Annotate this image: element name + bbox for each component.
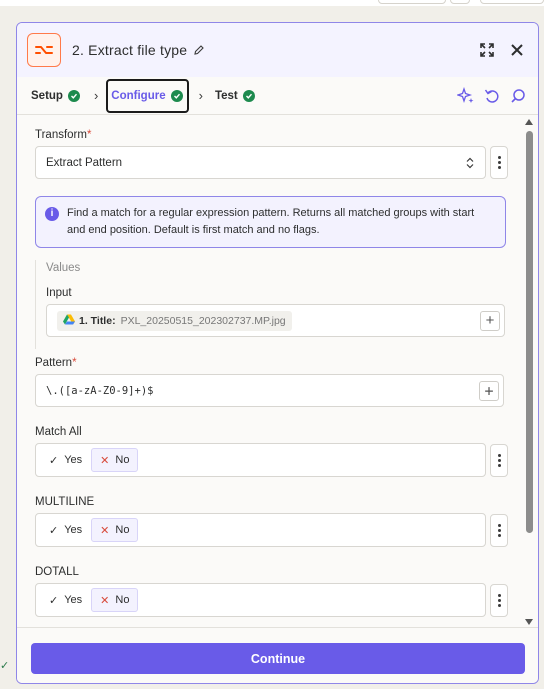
tab-test[interactable]: Test bbox=[211, 79, 259, 113]
check-circle-icon bbox=[170, 89, 183, 102]
sort-arrows-icon bbox=[465, 157, 475, 169]
scroll-up-icon[interactable] bbox=[525, 119, 533, 125]
tab-label: Setup bbox=[31, 89, 63, 102]
field-label-match-all: Match All bbox=[35, 426, 82, 438]
background-button bbox=[378, 0, 446, 4]
expand-icon[interactable] bbox=[476, 39, 498, 61]
more-options-icon[interactable] bbox=[490, 583, 508, 617]
step-editor-panel: 2. Extract file type Setup › Configure ›… bbox=[16, 22, 539, 684]
scrollbar[interactable] bbox=[523, 115, 535, 627]
check-circle-icon bbox=[242, 89, 255, 102]
tab-configure[interactable]: Configure bbox=[106, 78, 189, 113]
background-button bbox=[450, 0, 470, 4]
info-banner: i Find a match for a regular expression … bbox=[35, 196, 506, 248]
no-button[interactable]: ✕ No bbox=[91, 588, 139, 612]
formatter-icon bbox=[27, 33, 61, 67]
values-group: Values Input 1. Title: PXL_20250515_2023… bbox=[35, 260, 521, 349]
no-button[interactable]: ✕ No bbox=[91, 518, 139, 542]
info-text: Find a match for a regular expression pa… bbox=[67, 207, 475, 236]
yes-button[interactable]: ✓ Yes bbox=[40, 518, 91, 542]
transform-select[interactable]: Extract Pattern bbox=[35, 146, 486, 179]
values-title: Values bbox=[46, 262, 81, 274]
no-label: No bbox=[115, 454, 130, 466]
check-icon: ✓ bbox=[49, 594, 59, 607]
required-marker: * bbox=[72, 357, 77, 369]
pattern-input[interactable]: \.([a-zA-Z0-9]+)$ + bbox=[35, 374, 504, 407]
background-check-icon: ✓ bbox=[0, 660, 10, 672]
more-options-icon[interactable] bbox=[490, 146, 508, 179]
search-icon[interactable] bbox=[508, 86, 528, 106]
info-icon: i bbox=[45, 207, 59, 221]
chevron-right-icon: › bbox=[198, 88, 203, 103]
undo-icon[interactable] bbox=[482, 86, 502, 106]
required-marker: * bbox=[86, 129, 92, 141]
panel-header: 2. Extract file type bbox=[17, 23, 538, 77]
mapped-field-pill[interactable]: 1. Title: PXL_20250515_202302737.MP.jpg bbox=[57, 310, 292, 331]
check-circle-icon bbox=[67, 89, 80, 102]
x-icon: ✕ bbox=[100, 594, 110, 607]
field-label-multiline: MULTILINE bbox=[35, 496, 95, 508]
add-value-button[interactable]: + bbox=[479, 380, 499, 401]
add-value-button[interactable]: + bbox=[480, 310, 500, 331]
transform-row: Extract Pattern bbox=[35, 146, 521, 179]
background-button bbox=[480, 0, 544, 4]
no-button[interactable]: ✕ No bbox=[91, 448, 139, 472]
check-icon: ✓ bbox=[49, 454, 59, 467]
field-label-dotall: DOTALL bbox=[35, 566, 79, 578]
scroll-down-icon[interactable] bbox=[525, 619, 533, 625]
yes-button[interactable]: ✓ Yes bbox=[40, 448, 91, 472]
match-all-toggle: ✓ Yes ✕ No bbox=[35, 443, 486, 477]
yes-button[interactable]: ✓ Yes bbox=[40, 588, 91, 612]
google-drive-icon bbox=[63, 314, 75, 328]
x-icon: ✕ bbox=[100, 524, 110, 537]
more-options-icon[interactable] bbox=[490, 443, 508, 477]
pattern-value: \.([a-zA-Z0-9]+)$ bbox=[46, 384, 154, 397]
field-label-pattern: Pattern* bbox=[35, 357, 521, 369]
yes-label: Yes bbox=[64, 524, 83, 536]
toolbar bbox=[450, 86, 528, 106]
chevron-right-icon: › bbox=[93, 88, 99, 103]
form-content: Transform* Extract Pattern i Find a matc… bbox=[17, 115, 521, 625]
close-icon[interactable] bbox=[506, 39, 528, 61]
yes-label: Yes bbox=[64, 594, 83, 606]
tab-label: Test bbox=[214, 89, 238, 102]
no-label: No bbox=[115, 594, 130, 606]
pill-value: PXL_20250515_202302737.MP.jpg bbox=[120, 314, 286, 327]
more-options-icon[interactable] bbox=[490, 513, 508, 547]
continue-button[interactable]: Continue bbox=[31, 643, 525, 674]
field-label-transform: Transform* bbox=[35, 129, 521, 141]
multiline-row: ✓ Yes ✕ No bbox=[35, 513, 521, 547]
select-value: Extract Pattern bbox=[46, 156, 123, 169]
label-text: Pattern bbox=[35, 357, 73, 369]
dotall-row: ✓ Yes ✕ No bbox=[35, 583, 521, 617]
tab-setup[interactable]: Setup bbox=[27, 79, 84, 113]
step-title: 2. Extract file type bbox=[72, 42, 188, 58]
pencil-icon[interactable] bbox=[193, 44, 205, 56]
no-label: No bbox=[115, 524, 130, 536]
multiline-toggle: ✓ Yes ✕ No bbox=[35, 513, 486, 547]
dotall-toggle: ✓ Yes ✕ No bbox=[35, 583, 486, 617]
x-icon: ✕ bbox=[100, 454, 110, 467]
input-field[interactable]: 1. Title: PXL_20250515_202302737.MP.jpg … bbox=[46, 304, 505, 337]
check-icon: ✓ bbox=[49, 524, 59, 537]
sparkle-icon[interactable] bbox=[456, 86, 476, 106]
tab-label: Configure bbox=[111, 89, 166, 102]
label-text: Transform bbox=[35, 129, 87, 141]
match-all-row: ✓ Yes ✕ No bbox=[35, 443, 521, 477]
yes-label: Yes bbox=[64, 454, 83, 466]
step-tabs: Setup › Configure › Test bbox=[17, 77, 538, 115]
scroll-thumb[interactable] bbox=[526, 131, 533, 533]
pill-step: 1. Title: bbox=[79, 314, 116, 327]
field-label-input: Input bbox=[46, 287, 72, 299]
